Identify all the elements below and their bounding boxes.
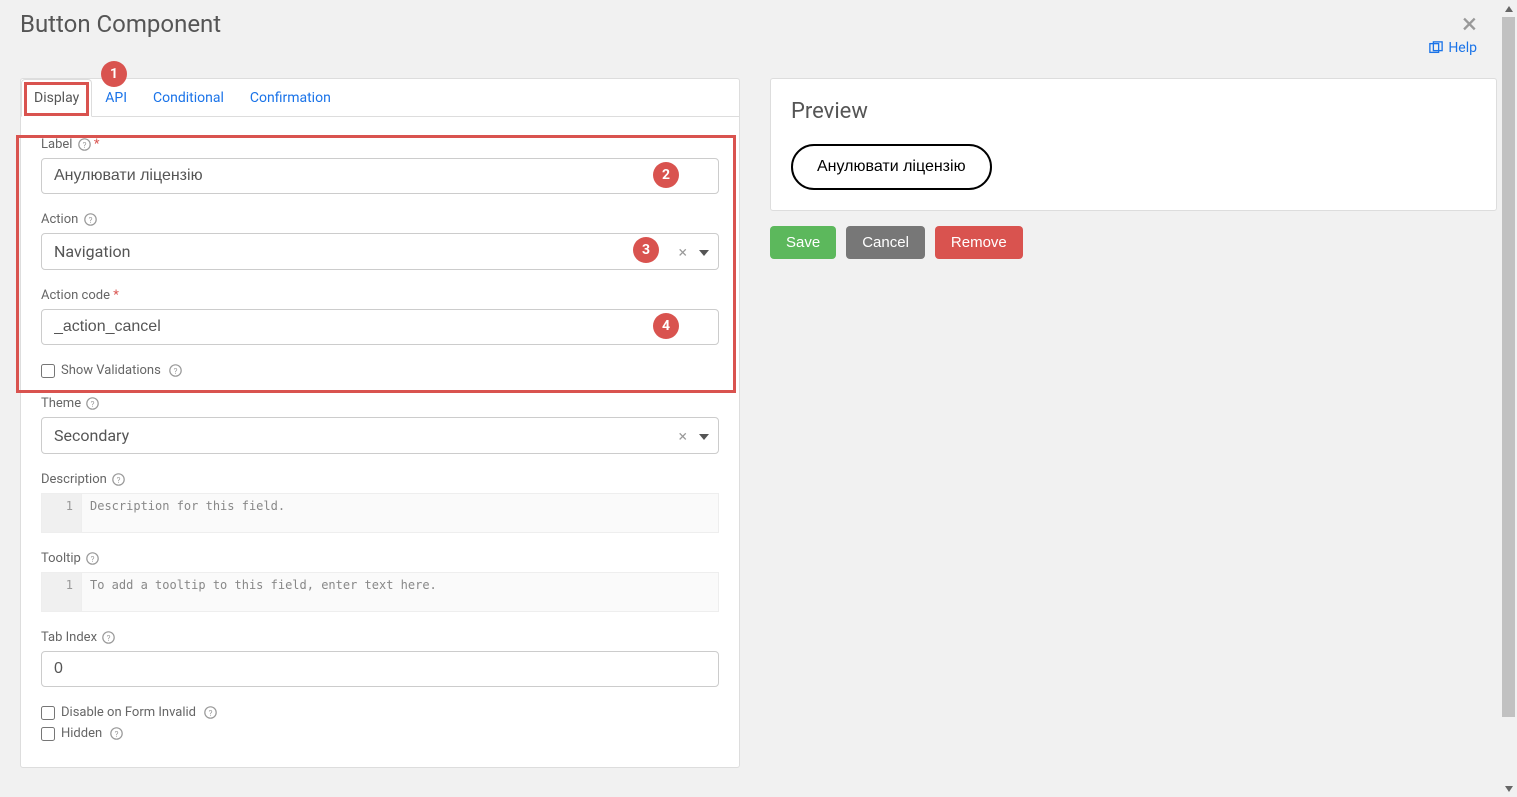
preview-title: Preview — [791, 99, 1476, 124]
svg-text:?: ? — [209, 708, 213, 718]
modal-title: Button Component — [20, 10, 1497, 38]
hidden-row: Hidden ? — [41, 726, 719, 741]
clear-icon[interactable]: × — [678, 242, 687, 261]
svg-text:?: ? — [117, 475, 121, 485]
hidden-checkbox[interactable] — [41, 727, 55, 741]
description-field-label: Description ? — [41, 472, 719, 487]
action-buttons: Save Cancel Remove — [770, 226, 1497, 259]
tabs-body: Label ? * 2 Action — [21, 117, 739, 767]
form-group-tab-index: Tab Index ? — [41, 630, 719, 687]
caret-down-icon[interactable] — [699, 244, 709, 260]
columns: Display API Conditional Confirmation 1 — [20, 78, 1497, 768]
action-code-input[interactable] — [41, 309, 719, 345]
preview-button[interactable]: Анулювати ліцензію — [791, 144, 992, 190]
help-icon[interactable]: ? — [86, 397, 99, 410]
hidden-label: Hidden — [61, 726, 102, 741]
tabs-header: Display API Conditional Confirmation — [21, 79, 739, 117]
save-button[interactable]: Save — [770, 226, 836, 259]
scrollbar-thumb[interactable] — [1502, 17, 1515, 717]
left-column: Display API Conditional Confirmation 1 — [20, 78, 740, 768]
help-icon[interactable]: ? — [112, 473, 125, 486]
form-group-description: Description ? 1 Description for this fie… — [41, 472, 719, 533]
modal-container: Button Component × Help Display API Cond… — [0, 0, 1517, 797]
help-icon[interactable]: ? — [110, 727, 123, 740]
svg-text:?: ? — [107, 633, 111, 643]
theme-select[interactable]: Secondary — [41, 417, 719, 454]
tooltip-field-label: Tooltip ? — [41, 551, 719, 566]
tab-index-field-label: Tab Index ? — [41, 630, 719, 645]
required-star: * — [94, 137, 100, 152]
help-icon[interactable]: ? — [86, 552, 99, 565]
annotation-circle-4: 4 — [653, 313, 679, 339]
description-editor[interactable]: 1 Description for this field. — [41, 493, 719, 533]
tab-confirmation[interactable]: Confirmation — [237, 79, 344, 117]
caret-down-icon[interactable] — [699, 428, 709, 444]
tab-conditional[interactable]: Conditional — [140, 79, 237, 117]
help-label: Help — [1448, 40, 1477, 56]
code-gutter: 1 — [42, 494, 82, 532]
svg-text:?: ? — [115, 729, 119, 739]
code-gutter: 1 — [42, 573, 82, 611]
help-icon[interactable]: ? — [84, 213, 97, 226]
svg-text:?: ? — [82, 140, 86, 150]
disable-on-form-invalid-label: Disable on Form Invalid — [61, 705, 196, 720]
show-validations-row: Show Validations ? — [41, 363, 719, 378]
help-icon[interactable]: ? — [204, 706, 217, 719]
label-input[interactable] — [41, 158, 719, 194]
label-field-label: Label ? * — [41, 137, 719, 152]
preview-card: Preview Анулювати ліцензію — [770, 78, 1497, 211]
tab-display[interactable]: Display — [21, 79, 92, 117]
new-window-icon — [1429, 40, 1448, 56]
cancel-button[interactable]: Cancel — [846, 226, 925, 259]
disable-on-form-invalid-row: Disable on Form Invalid ? — [41, 705, 719, 720]
show-validations-label: Show Validations — [61, 363, 161, 378]
scroll-down-arrow[interactable] — [1500, 780, 1517, 797]
clear-icon[interactable]: × — [678, 426, 687, 445]
svg-text:?: ? — [173, 366, 177, 376]
tab-index-input[interactable] — [41, 651, 719, 687]
show-validations-checkbox[interactable] — [41, 364, 55, 378]
annotation-circle-3: 3 — [633, 237, 659, 263]
form-group-tooltip: Tooltip ? 1 To add a tooltip to this fie… — [41, 551, 719, 612]
code-content[interactable]: To add a tooltip to this field, enter te… — [82, 573, 718, 611]
tooltip-editor[interactable]: 1 To add a tooltip to this field, enter … — [41, 572, 719, 612]
form-group-theme: Theme ? Secondary × — [41, 396, 719, 454]
code-content[interactable]: Description for this field. — [82, 494, 718, 532]
remove-button[interactable]: Remove — [935, 226, 1023, 259]
help-link[interactable]: Help — [1429, 40, 1477, 56]
svg-text:?: ? — [88, 215, 92, 225]
form-group-action: Action ? Navigation × 3 — [41, 212, 719, 270]
action-select-wrapper: Navigation × — [41, 233, 719, 270]
tabs-container: Display API Conditional Confirmation 1 — [20, 78, 740, 768]
action-code-field-label: Action code * — [41, 288, 719, 303]
help-icon[interactable]: ? — [169, 364, 182, 377]
svg-text:?: ? — [91, 399, 95, 409]
scrollbar-track[interactable] — [1500, 0, 1517, 797]
action-select[interactable]: Navigation — [41, 233, 719, 270]
disable-on-form-invalid-checkbox[interactable] — [41, 706, 55, 720]
scroll-up-arrow[interactable] — [1500, 0, 1517, 17]
theme-select-wrapper: Secondary × — [41, 417, 719, 454]
form-group-action-code: Action code * 4 — [41, 288, 719, 345]
annotation-circle-1: 1 — [101, 61, 127, 87]
close-button[interactable]: × — [1462, 10, 1477, 38]
theme-field-label: Theme ? — [41, 396, 719, 411]
action-field-label: Action ? — [41, 212, 719, 227]
help-icon[interactable]: ? — [78, 138, 91, 151]
required-star: * — [113, 288, 119, 303]
right-column: Preview Анулювати ліцензію Save Cancel R… — [770, 78, 1497, 768]
annotation-circle-2: 2 — [653, 162, 679, 188]
svg-text:?: ? — [91, 554, 95, 564]
form-group-label: Label ? * 2 — [41, 137, 719, 194]
help-icon[interactable]: ? — [102, 631, 115, 644]
